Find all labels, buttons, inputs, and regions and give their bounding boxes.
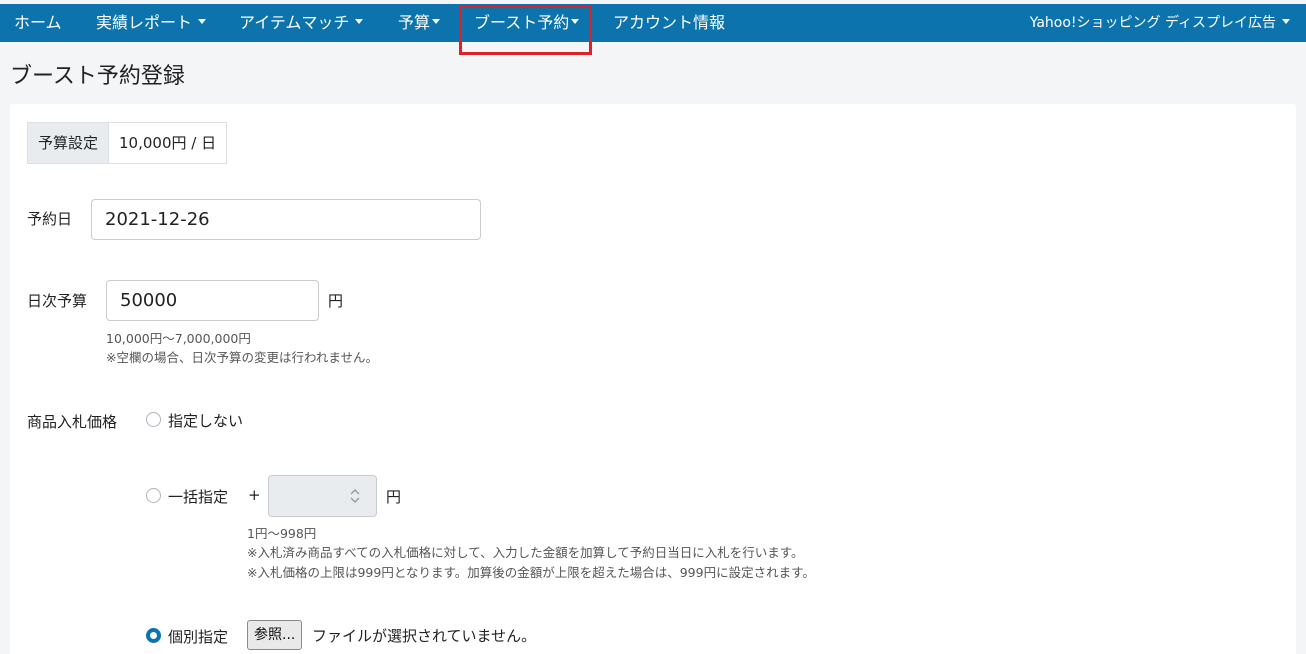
nav-budget[interactable]: 予算 — [398, 4, 441, 42]
daily-budget-input[interactable]: 50000 — [106, 280, 319, 321]
budget-setting-value: 10,000円 / 日 — [109, 123, 227, 163]
radio-bulk-label: 一括指定 — [168, 488, 229, 506]
bulk-note-1: ※入札済み商品すべての入札価格に対して、入力した金額を加算して予約日当日に入札を… — [247, 545, 804, 560]
reservation-date-input[interactable]: 2021-12-26 — [91, 199, 481, 240]
nav-account-menu[interactable]: Yahoo!ショッピング ディスプレイ広告 — [1030, 4, 1290, 42]
chevron-down-icon — [355, 19, 364, 24]
page-title: ブースト予約登録 — [10, 64, 185, 89]
nav-item-match[interactable]: アイテムマッチ — [239, 4, 364, 42]
nav-item-match-label: アイテムマッチ — [239, 13, 350, 32]
daily-budget-label: 日次予算 — [27, 292, 88, 310]
bid-price-label: 商品入札価格 — [27, 413, 118, 431]
bulk-plus-sign: + — [248, 486, 261, 504]
file-status-text: ファイルが選択されていません。 — [312, 627, 537, 645]
daily-budget-unit: 円 — [328, 292, 344, 310]
radio-individual-label: 個別指定 — [168, 628, 229, 646]
top-navbar: ホーム 実績レポート アイテムマッチ 予算 ブースト予約 アカウント情報 Yah… — [0, 4, 1306, 42]
radio-none-label: 指定しない — [168, 412, 244, 430]
bulk-range: 1円～998円 — [247, 526, 317, 541]
budget-setting: 予算設定 10,000円 / 日 — [27, 122, 228, 164]
nav-boost-reservation[interactable]: ブースト予約 — [474, 4, 580, 42]
radio-bulk[interactable] — [146, 488, 161, 503]
bulk-note-2: ※入札価格の上限は999円となります。加算後の金額が上限を超えた場合は、999円… — [247, 565, 815, 580]
bulk-unit: 円 — [386, 488, 402, 506]
daily-budget-range: 10,000円～7,000,000円 — [106, 331, 251, 346]
radio-none[interactable] — [146, 412, 161, 427]
form-card: 予算設定 10,000円 / 日 予約日 2021-12-26 日次予算 500… — [10, 104, 1296, 654]
bulk-amount-input[interactable] — [268, 475, 377, 517]
nav-performance-report[interactable]: 実績レポート — [96, 4, 207, 42]
chevron-down-icon — [198, 19, 207, 24]
daily-budget-note: ※空欄の場合、日次予算の変更は行われません。 — [106, 350, 378, 365]
nav-boost-reservation-label: ブースト予約 — [474, 13, 570, 32]
chevron-down-icon — [432, 19, 441, 24]
nav-home-label: ホーム — [14, 13, 62, 32]
nav-home[interactable]: ホーム — [14, 4, 62, 42]
budget-setting-label: 予算設定 — [28, 123, 110, 163]
nav-account-info-label: アカウント情報 — [613, 13, 726, 32]
chevron-down-icon — [571, 19, 580, 24]
file-browse-button[interactable]: 参照... — [247, 620, 303, 650]
radio-individual[interactable] — [146, 628, 161, 643]
nav-account-info[interactable]: アカウント情報 — [613, 4, 725, 42]
spinner-icon — [350, 489, 360, 503]
account-name: Yahoo!ショッピング ディスプレイ広告 — [1029, 15, 1276, 31]
nav-performance-report-label: 実績レポート — [96, 13, 193, 32]
chevron-down-icon — [1282, 18, 1290, 24]
nav-budget-label: 予算 — [398, 13, 431, 32]
reservation-date-label: 予約日 — [27, 210, 73, 228]
